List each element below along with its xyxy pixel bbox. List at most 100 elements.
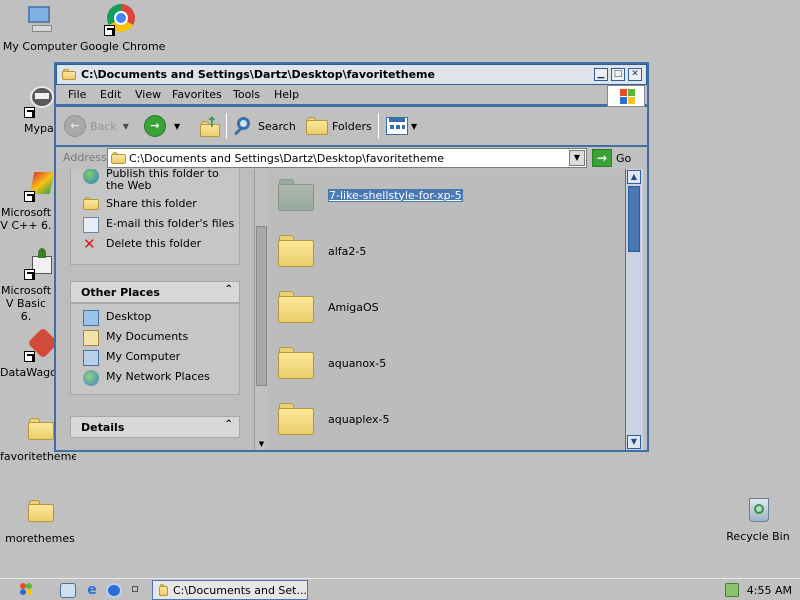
scroll-down-arrow-icon[interactable]: ▼ [256, 438, 267, 450]
menu-file[interactable]: File [68, 88, 86, 101]
menu-edit[interactable]: Edit [100, 88, 121, 101]
desktop-icon-label: Google Chrome [80, 40, 166, 53]
address-label: Address [63, 151, 107, 164]
other-place-network[interactable]: My Network Places [83, 370, 210, 386]
menu-view[interactable]: View [135, 88, 161, 101]
quicklaunch-media-player-icon[interactable] [106, 583, 122, 598]
chrome-icon [104, 4, 136, 36]
desktop-icon-morethemes[interactable]: morethemes [0, 496, 80, 545]
mypal-icon [24, 86, 56, 118]
title-bar[interactable]: C:\Documents and Settings\Dartz\Desktop\… [56, 64, 647, 85]
windows-logo-icon [607, 85, 645, 107]
toolbar: ← Back ▼ → ▼ ↑ Search Folders ▼ [56, 107, 647, 145]
close-button[interactable]: ✕ [628, 68, 642, 81]
publish-folder-link[interactable]: Publish this folder to the Web [83, 169, 233, 192]
taskbar-item-label: C:\Documents and Set... [172, 583, 307, 597]
search-icon [232, 115, 254, 137]
desktop-icon-label: My Computer [2, 40, 78, 53]
task-pane[interactable]: Publish this folder to the Web Share thi… [56, 169, 268, 450]
taskbar-item-explorer[interactable]: C:\Documents and Set... [152, 580, 308, 600]
desktop-icon-label: Microsoft V C++ 6. [0, 206, 52, 232]
folder-icon [278, 177, 316, 213]
visual-basic-icon [24, 248, 56, 280]
minimize-button[interactable]: ▁ [594, 68, 608, 81]
email-files-link[interactable]: E-mail this folder's files [83, 217, 234, 233]
collapse-chevron-icon[interactable]: ⌃ [225, 284, 233, 295]
folder-item[interactable]: alfa2-5 [278, 233, 366, 269]
collapse-chevron-icon[interactable]: ⌃ [225, 419, 233, 430]
desktop-icon-google-chrome[interactable]: Google Chrome [80, 4, 166, 53]
menu-help[interactable]: Help [274, 88, 299, 101]
scroll-down-arrow-icon[interactable]: ▼ [627, 435, 641, 449]
toolbar-separator [226, 113, 227, 139]
search-button[interactable]: Search [232, 112, 296, 140]
folder-item[interactable]: 7-like-shellstyle-for-xp-5 [278, 177, 463, 213]
folder-icon [159, 584, 168, 596]
my-computer-icon [24, 4, 56, 36]
menu-bar: File Edit View Favorites Tools Help [56, 85, 647, 107]
up-folder-icon: ↑ [200, 115, 222, 137]
back-button[interactable]: ← Back ▼ [64, 112, 129, 140]
views-button[interactable]: ▼ [386, 112, 417, 140]
address-bar: Address C:\Documents and Settings\Dartz\… [56, 147, 647, 169]
system-tray: 4:55 AM [718, 580, 800, 600]
address-input[interactable]: C:\Documents and Settings\Dartz\Desktop\… [107, 148, 587, 168]
forward-dropdown-icon[interactable]: ▼ [174, 122, 180, 131]
email-icon [83, 217, 99, 233]
address-value: C:\Documents and Settings\Dartz\Desktop\… [129, 152, 444, 165]
other-place-my-documents[interactable]: My Documents [83, 330, 188, 346]
folder-icon [24, 496, 56, 528]
folders-button[interactable]: Folders [306, 112, 372, 140]
menu-favorites[interactable]: Favorites [172, 88, 222, 101]
quicklaunch-show-desktop-icon[interactable] [132, 586, 138, 592]
details-header[interactable]: Details ⌃ [70, 416, 240, 438]
views-dropdown-icon[interactable]: ▼ [411, 122, 417, 131]
desktop-icon-recycle-bin[interactable]: Recycle Bin [718, 494, 798, 543]
desktop-icon [83, 310, 99, 326]
other-places-header[interactable]: Other Places ⌃ [70, 281, 240, 303]
forward-button[interactable]: → ▼ [144, 112, 180, 140]
folder-icon [278, 401, 316, 437]
my-computer-icon [83, 350, 99, 366]
datawago-icon [24, 327, 59, 362]
other-place-desktop[interactable]: Desktop [83, 310, 151, 326]
delete-x-icon: ✕ [83, 235, 96, 253]
task-pane-scrollbar[interactable]: ▼ [254, 169, 268, 450]
forward-arrow-icon: → [144, 115, 166, 137]
delete-folder-link[interactable]: ✕ Delete this folder [83, 237, 201, 253]
folder-item[interactable]: AmigaOS [278, 289, 379, 325]
desktop-icon-label: Mypal [24, 122, 54, 135]
up-folder-button[interactable]: ↑ [200, 112, 222, 140]
menu-tools[interactable]: Tools [233, 88, 260, 101]
other-places-panel: Desktop My Documents My Computer My Netw… [70, 303, 240, 395]
folder-item[interactable]: aquanox-5 [278, 345, 386, 381]
desktop-icon-label: Recycle Bin [726, 530, 790, 543]
file-list-scrollbar[interactable]: ▲ ▼ [625, 169, 643, 450]
scrollbar-thumb[interactable] [628, 186, 640, 252]
file-list: 7-like-shellstyle-for-xp-5 alfa2-5 Amiga… [268, 169, 625, 450]
scrollbar-thumb[interactable] [256, 226, 267, 386]
views-icon [386, 117, 408, 135]
maximize-button[interactable]: □ [611, 68, 625, 81]
desktop-icon-my-computer[interactable]: My Computer [0, 4, 80, 53]
back-arrow-icon: ← [64, 115, 86, 137]
quicklaunch-desktop-icon[interactable] [60, 583, 76, 598]
explorer-window[interactable]: C:\Documents and Settings\Dartz\Desktop\… [54, 62, 649, 452]
quicklaunch-ie-icon[interactable]: e [84, 583, 100, 598]
clock[interactable]: 4:55 AM [747, 584, 792, 597]
start-button[interactable] [18, 582, 36, 598]
share-folder-link[interactable]: Share this folder [83, 197, 197, 210]
recycle-bin-icon [742, 494, 774, 526]
folder-name: alfa2-5 [328, 244, 367, 258]
tray-network-icon[interactable] [724, 583, 739, 597]
folders-icon [306, 117, 328, 135]
address-dropdown-button[interactable]: ▼ [569, 150, 585, 166]
go-button[interactable]: → Go [592, 149, 631, 167]
desktop-icon-label: Microsoft V Basic 6. [0, 284, 52, 323]
scroll-up-arrow-icon[interactable]: ▲ [627, 170, 641, 184]
back-dropdown-icon[interactable]: ▼ [123, 122, 129, 131]
folder-item[interactable]: aquaplex-5 [278, 401, 390, 437]
visual-cpp-icon [24, 170, 56, 202]
other-place-my-computer[interactable]: My Computer [83, 350, 180, 366]
start-logo-icon [18, 582, 34, 596]
